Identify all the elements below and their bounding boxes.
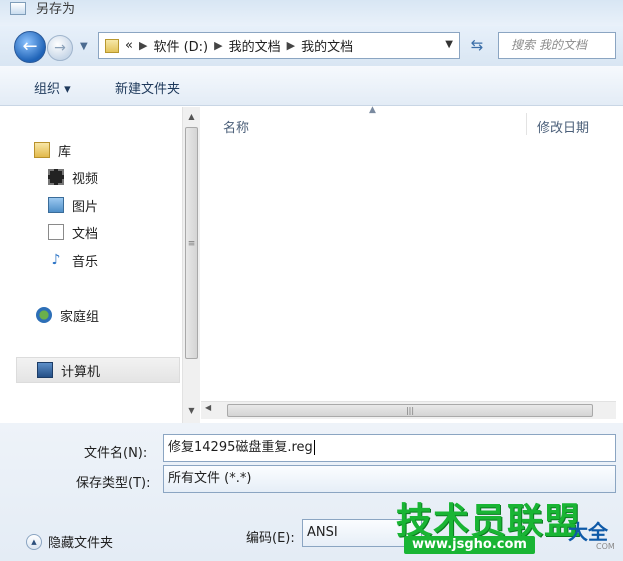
refresh-icon[interactable]: ⇆: [462, 34, 492, 58]
filetype-label: 保存类型(T):: [76, 476, 151, 491]
back-button[interactable]: ←: [14, 31, 46, 63]
folder-icon: [105, 38, 119, 53]
homegroup-icon: [36, 307, 52, 323]
column-header-name[interactable]: 名称: [223, 117, 249, 136]
scroll-up-icon[interactable]: ▲: [183, 109, 200, 125]
organize-button[interactable]: 组织 ▾: [34, 78, 71, 97]
title-bar: 另存为: [0, 0, 623, 26]
breadcrumb-drive[interactable]: 软件 (D:): [153, 36, 208, 55]
nav-item-library[interactable]: 库: [34, 139, 71, 161]
address-dropdown-icon[interactable]: ▼: [445, 39, 453, 50]
music-icon: ♪: [51, 252, 61, 268]
breadcrumb-separator-icon: ▶: [286, 39, 296, 52]
hide-folders-button[interactable]: ▲ 隐藏文件夹: [26, 532, 113, 551]
recent-pages-dropdown-icon[interactable]: ▼: [80, 41, 88, 52]
file-list-horizontal-scrollbar[interactable]: ◀ |||: [201, 401, 616, 419]
nav-item-pictures[interactable]: 图片: [48, 194, 98, 216]
document-icon: [48, 224, 64, 240]
breadcrumb-separator-icon: ▶: [214, 39, 223, 52]
nav-item-label: 家庭组: [60, 309, 100, 325]
column-header-modified-date[interactable]: 修改日期: [537, 117, 589, 136]
chevron-up-icon: ▲: [26, 533, 42, 550]
nav-item-label: 图片: [72, 199, 99, 215]
filetype-select[interactable]: 所有文件 (*.*): [163, 465, 616, 493]
encoding-label: 编码(E):: [246, 531, 295, 546]
address-overflow[interactable]: «: [125, 38, 133, 53]
sort-ascending-icon: ▲: [369, 105, 376, 115]
picture-icon: [48, 197, 64, 213]
filename-field[interactable]: 修复14295磁盘重复.reg: [163, 434, 616, 462]
scroll-left-icon[interactable]: ◀: [205, 403, 211, 412]
breadcrumb-separator-icon: ▶: [138, 39, 148, 52]
filetype-value: 所有文件 (*.*): [168, 471, 252, 486]
watermark-side-text: 大全: [568, 520, 608, 544]
navigation-pane-scrollbar[interactable]: ▲ ≡ ▼: [182, 107, 200, 423]
window-icon: [10, 2, 26, 15]
watermark-url: www.jsgho.com: [404, 536, 535, 554]
nav-item-homegroup[interactable]: 家庭组: [36, 304, 99, 326]
nav-item-label: 文档: [72, 226, 99, 242]
scrollbar-thumb[interactable]: |||: [227, 404, 593, 417]
nav-item-documents[interactable]: 文档: [48, 221, 98, 243]
nav-item-music[interactable]: ♪ 音乐: [48, 249, 98, 271]
text-cursor: [313, 440, 315, 455]
encoding-value: ANSI: [307, 525, 338, 540]
video-icon: [48, 169, 64, 185]
watermark-logo: 技术员联盟 大全 www.jsgho.com COM: [396, 492, 623, 561]
breadcrumb-my-documents-current[interactable]: 我的文档: [301, 36, 353, 55]
window-title: 另存为: [36, 2, 76, 17]
nav-item-video[interactable]: 视频: [48, 166, 98, 188]
hide-folders-label: 隐藏文件夹: [48, 536, 114, 551]
watermark-com: COM: [596, 542, 615, 551]
nav-item-label: 库: [58, 144, 72, 160]
filename-value: 修复14295磁盘重复.reg: [168, 440, 313, 455]
navigation-pane: 库 视频 图片 文档 ♪ 音乐 家庭组 计算机: [14, 107, 182, 423]
search-input[interactable]: 搜索 我的文档: [498, 32, 616, 59]
nav-item-label: 音乐: [72, 254, 99, 270]
new-folder-button[interactable]: 新建文件夹: [115, 78, 180, 97]
computer-icon: [37, 362, 53, 378]
nav-item-label: 视频: [72, 171, 99, 187]
scrollbar-thumb[interactable]: ≡: [185, 127, 198, 359]
column-divider[interactable]: [526, 113, 527, 135]
nav-item-computer[interactable]: 计算机: [16, 357, 180, 383]
nav-item-label: 计算机: [61, 364, 101, 380]
navigation-row: ← → ▼ « ▶ 软件 (D:) ▶ 我的文档 ▶ 我的文档 ▼ ⇆ 搜索 我…: [0, 26, 623, 66]
filename-label: 文件名(N):: [84, 446, 148, 461]
breadcrumb-my-documents[interactable]: 我的文档: [229, 36, 281, 55]
scroll-down-icon[interactable]: ▼: [183, 403, 200, 419]
command-toolbar: 组织 ▾ 新建文件夹: [0, 66, 623, 106]
forward-button[interactable]: →: [47, 35, 73, 61]
library-icon: [34, 142, 50, 158]
address-bar[interactable]: « ▶ 软件 (D:) ▶ 我的文档 ▶ 我的文档 ▼: [98, 32, 460, 59]
file-list-pane[interactable]: ▲ 名称 修改日期: [201, 105, 616, 401]
